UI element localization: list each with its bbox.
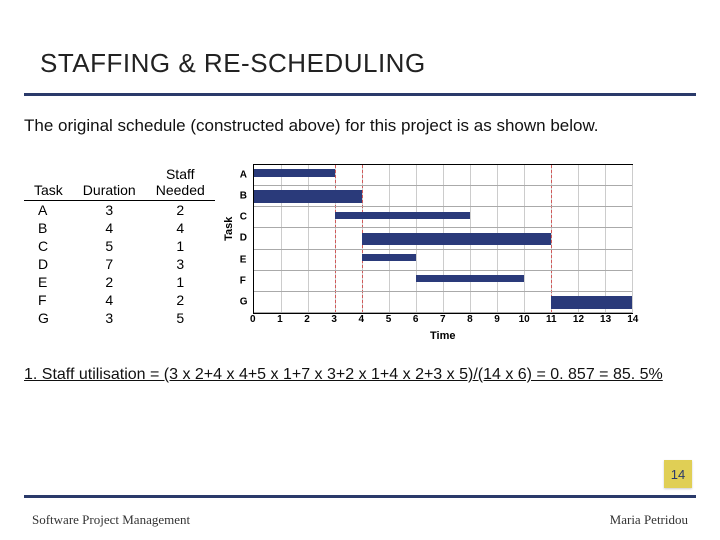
- gantt-bar: [362, 254, 416, 261]
- gantt-ylabel: Task: [223, 217, 235, 241]
- table-cell: 4: [73, 291, 146, 309]
- table-row: D73: [24, 255, 215, 273]
- gantt-row-label: F: [240, 275, 246, 286]
- gantt-x-tick: 4: [359, 314, 365, 325]
- page-number-badge: 14: [664, 460, 692, 488]
- footer: Software Project Management Maria Petrid…: [0, 512, 720, 528]
- table-cell: D: [24, 255, 73, 273]
- table-row: C51: [24, 237, 215, 255]
- table-cell: 3: [146, 255, 215, 273]
- table-cell: 4: [73, 219, 146, 237]
- task-table: Task Duration StaffNeeded A32B44C51D73E2…: [24, 164, 215, 327]
- gantt-row-label: G: [240, 296, 248, 307]
- gantt-row-label: B: [240, 191, 247, 202]
- table-cell: F: [24, 291, 73, 309]
- footer-right: Maria Petridou: [610, 512, 688, 528]
- gantt-bar: [335, 212, 470, 219]
- gantt-x-tick: 6: [413, 314, 419, 325]
- gantt-x-tick: 9: [494, 314, 500, 325]
- gantt-bar: [254, 169, 335, 176]
- table-row: E21: [24, 273, 215, 291]
- footer-rule: [24, 495, 696, 498]
- gantt-bar: [551, 296, 632, 309]
- table-cell: 2: [146, 201, 215, 220]
- gantt-x-tick: 2: [304, 314, 310, 325]
- table-cell: 4: [146, 219, 215, 237]
- gantt-x-tick: 3: [331, 314, 337, 325]
- table-cell: 7: [73, 255, 146, 273]
- table-cell: 3: [73, 201, 146, 220]
- table-cell: 1: [146, 273, 215, 291]
- table-cell: E: [24, 273, 73, 291]
- col-task: Task: [24, 164, 73, 201]
- gantt-x-tick: 10: [519, 314, 530, 325]
- gantt-xlabel: Time: [253, 330, 633, 342]
- gantt-row-label: A: [240, 170, 247, 181]
- col-staff: StaffNeeded: [146, 164, 215, 201]
- table-cell: A: [24, 201, 73, 220]
- gantt-x-tick: 14: [627, 314, 638, 325]
- table-row: F42: [24, 291, 215, 309]
- gantt-row-label: C: [240, 212, 247, 223]
- gantt-row-label: D: [240, 233, 247, 244]
- table-row: A32: [24, 201, 215, 220]
- gantt-chart: Task ABCDEFG 01234567891011121314 Time: [235, 164, 633, 342]
- slide-title: STAFFING & RE-SCHEDULING: [40, 48, 680, 79]
- table-row: B44: [24, 219, 215, 237]
- gantt-x-tick: 1: [277, 314, 283, 325]
- gantt-x-tick: 0: [250, 314, 256, 325]
- slide: STAFFING & RE-SCHEDULING The original sc…: [0, 0, 720, 540]
- gantt-x-ticks: 01234567891011121314: [253, 314, 633, 328]
- gantt-row: E: [254, 250, 632, 271]
- gantt-x-tick: 13: [600, 314, 611, 325]
- table-cell: 2: [146, 291, 215, 309]
- title-area: STAFFING & RE-SCHEDULING: [0, 0, 720, 87]
- staff-utilisation-line: 1. Staff utilisation = (3 x 2+4 x 4+5 x …: [0, 342, 720, 384]
- table-cell: B: [24, 219, 73, 237]
- gantt-x-tick: 11: [546, 314, 557, 325]
- gantt-x-tick: 12: [573, 314, 584, 325]
- col-duration: Duration: [73, 164, 146, 201]
- table-cell: C: [24, 237, 73, 255]
- table-cell: 1: [146, 237, 215, 255]
- gantt-row-label: E: [240, 254, 247, 265]
- footer-left: Software Project Management: [32, 512, 190, 528]
- subtitle-text: The original schedule (constructed above…: [0, 96, 720, 136]
- table-cell: 5: [73, 237, 146, 255]
- gantt-x-tick: 8: [467, 314, 473, 325]
- gantt-x-tick: 7: [440, 314, 446, 325]
- gantt-bar: [416, 275, 524, 282]
- table-cell: 3: [73, 309, 146, 327]
- gantt-plot-area: ABCDEFG: [253, 164, 633, 314]
- table-cell: G: [24, 309, 73, 327]
- content-row: Task Duration StaffNeeded A32B44C51D73E2…: [0, 136, 720, 342]
- table-row: G35: [24, 309, 215, 327]
- gantt-bar: [362, 233, 551, 246]
- gantt-x-tick: 5: [386, 314, 392, 325]
- gantt-bar: [254, 190, 362, 203]
- table-cell: 5: [146, 309, 215, 327]
- table-cell: 2: [73, 273, 146, 291]
